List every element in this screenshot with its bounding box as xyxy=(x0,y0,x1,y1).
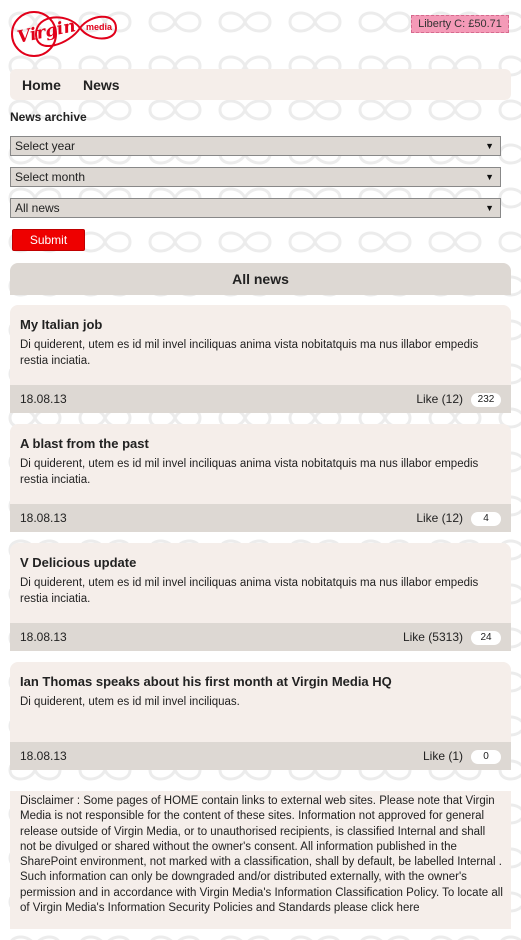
disclaimer-text: Disclaimer : Some pages of HOME contain … xyxy=(10,791,511,929)
main-nav: Home News xyxy=(10,69,511,100)
month-select-value: Select month xyxy=(15,170,86,184)
like-button[interactable]: Like (12) xyxy=(416,511,463,525)
news-excerpt: Di quiderent, utem es id mil invel incil… xyxy=(20,339,479,367)
news-footer: 18.08.13 Like (5313) 24 xyxy=(10,623,511,651)
news-footer: 18.08.13 Like (1) 0 xyxy=(10,742,511,770)
month-select[interactable]: Select month ▼ xyxy=(10,167,501,187)
news-date: 18.08.13 xyxy=(20,511,67,525)
comment-count-badge: 0 xyxy=(471,750,501,764)
news-title[interactable]: A blast from the past xyxy=(20,436,149,451)
news-date: 18.08.13 xyxy=(20,630,67,644)
news-title[interactable]: V Delicious update xyxy=(20,555,136,570)
news-card: A blast from the past Di quiderent, utem… xyxy=(10,424,511,532)
news-card: My Italian job Di quiderent, utem es id … xyxy=(10,305,511,413)
news-footer: 18.08.13 Like (12) 232 xyxy=(10,385,511,413)
dropdown-arrow-icon: ▼ xyxy=(485,172,494,182)
news-card: V Delicious update Di quiderent, utem es… xyxy=(10,543,511,651)
like-button[interactable]: Like (12) xyxy=(416,392,463,406)
news-excerpt: Di quiderent, utem es id mil invel incil… xyxy=(20,458,479,486)
news-card: Ian Thomas speaks about his first month … xyxy=(10,662,511,770)
dropdown-arrow-icon: ▼ xyxy=(485,141,494,151)
like-button[interactable]: Like (5313) xyxy=(403,630,463,644)
news-excerpt: Di quiderent, utem es id mil invel incil… xyxy=(20,696,240,708)
news-excerpt: Di quiderent, utem es id mil invel incil… xyxy=(20,577,479,605)
comment-count-badge: 24 xyxy=(471,631,501,645)
virgin-media-logo[interactable]: Virgin media xyxy=(8,4,120,64)
comment-count-badge: 232 xyxy=(471,393,501,407)
nav-home[interactable]: Home xyxy=(22,77,61,93)
news-footer: 18.08.13 Like (12) 4 xyxy=(10,504,511,532)
submit-button[interactable]: Submit xyxy=(12,229,85,251)
like-button[interactable]: Like (1) xyxy=(423,749,463,763)
section-title: All news xyxy=(10,263,511,295)
nav-news[interactable]: News xyxy=(83,77,120,93)
credit-balance-badge: Liberty C: £50.71 xyxy=(411,15,509,33)
year-select[interactable]: Select year ▼ xyxy=(10,136,501,156)
dropdown-arrow-icon: ▼ xyxy=(485,203,494,213)
news-date: 18.08.13 xyxy=(20,749,67,763)
news-title[interactable]: My Italian job xyxy=(20,317,102,332)
comment-count-badge: 4 xyxy=(471,512,501,526)
logo-subtext: media xyxy=(86,22,113,32)
category-select[interactable]: All news ▼ xyxy=(10,198,501,218)
archive-heading: News archive xyxy=(10,110,87,124)
year-select-value: Select year xyxy=(15,139,76,153)
category-select-value: All news xyxy=(15,201,60,215)
news-date: 18.08.13 xyxy=(20,392,67,406)
news-title[interactable]: Ian Thomas speaks about his first month … xyxy=(20,674,392,689)
